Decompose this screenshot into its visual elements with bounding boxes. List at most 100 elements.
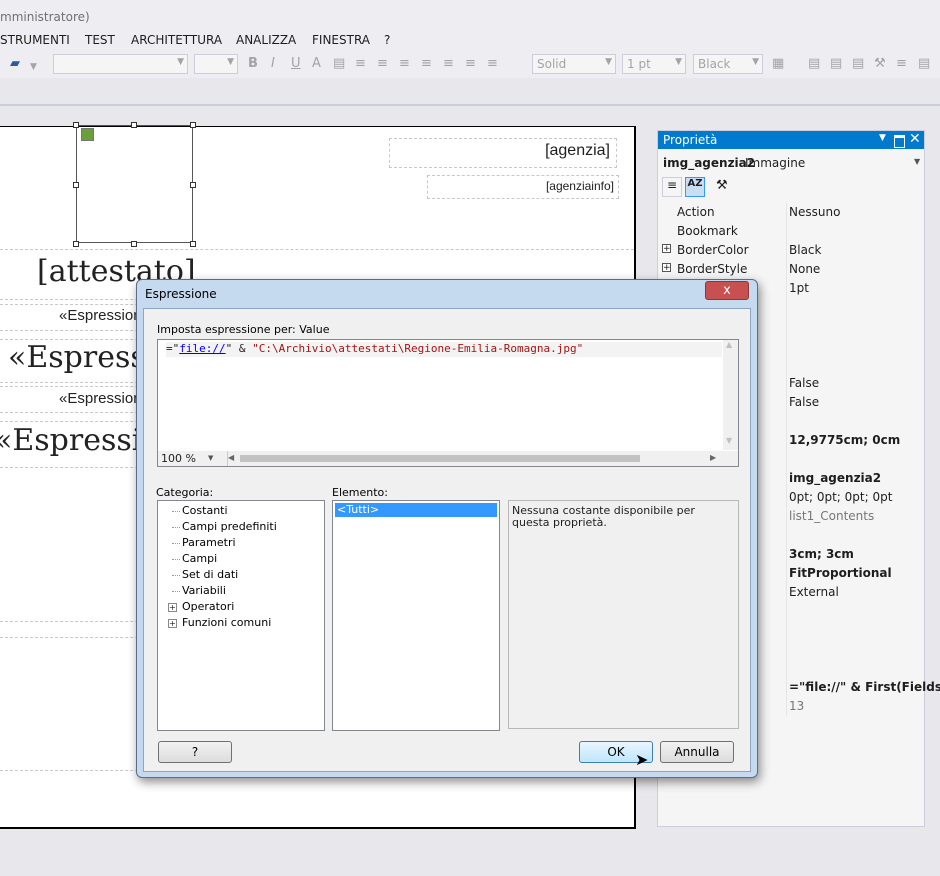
align-icon[interactable]: ▤ [808,56,820,71]
property-value[interactable]: Black [789,243,821,257]
scroll-down-icon[interactable]: ▼ [726,436,732,445]
resize-handle[interactable] [73,241,79,247]
help-button[interactable]: ? [158,741,232,763]
line-color-combo[interactable]: Black ▼ [693,54,763,74]
expand-icon[interactable]: + [168,619,177,628]
property-row[interactable]: + BorderColor Black [658,241,924,260]
menu-architettura[interactable]: ARCHITETTURA [131,33,222,47]
tree-item[interactable]: Costanti [182,504,228,517]
cancel-button[interactable]: Annulla [660,741,734,763]
property-value[interactable]: 0pt; 0pt; 0pt; 0pt [789,490,892,504]
align-right-icon[interactable]: ≡ [399,56,410,71]
menu-help[interactable]: ? [384,33,390,47]
data-source-icon[interactable]: ▰ [10,56,20,71]
layout-icon[interactable]: ▤ [852,56,864,71]
scroll-left-icon[interactable]: ◀ [228,453,234,462]
property-value[interactable]: External [789,585,839,599]
font-color-icon[interactable]: A [312,56,321,71]
property-row[interactable]: Bookmark [658,222,924,241]
font-size-combo[interactable]: ▼ [194,54,238,74]
dialog-close-button[interactable]: x [705,281,749,300]
property-value[interactable]: FitProportional [789,566,892,580]
resize-handle[interactable] [190,122,196,128]
scroll-up-icon[interactable]: ▲ [726,340,732,349]
dropdown-icon[interactable]: ▼ [879,133,886,143]
expand-icon[interactable]: + [662,263,671,273]
size-icon[interactable]: ▤ [918,56,930,71]
resize-handle[interactable] [131,122,137,128]
agenzia-textbox[interactable]: [agenzia] [389,138,617,168]
property-row[interactable]: + BorderStyle None [658,260,924,279]
tree-item[interactable]: Campi [182,552,217,565]
menu-strumenti[interactable]: STRUMENTI [0,33,70,47]
property-value[interactable]: img_agenzia2 [789,471,881,485]
underline-icon[interactable]: U [291,56,301,71]
align-center-icon[interactable]: ≡ [377,56,388,71]
resize-handle[interactable] [190,241,196,247]
align-left-icon[interactable]: ≡ [355,56,366,71]
resize-handle[interactable] [73,122,79,128]
menu-analizza[interactable]: ANALIZZA [236,33,296,47]
property-value[interactable]: None [789,262,820,276]
background-color-icon[interactable]: ▤ [333,56,345,71]
image-placeholder[interactable] [76,125,193,243]
bold-icon[interactable]: B [248,56,258,71]
category-tree[interactable]: Costanti Campi predefiniti Parametri Campi S… [157,500,325,731]
property-value[interactable]: False [789,376,819,390]
property-value[interactable]: ="file://" & First(Fields!p [789,680,940,694]
chevron-down-icon[interactable]: ▼ [914,157,920,166]
vertical-scrollbar[interactable]: ▲ ▼ [723,340,738,450]
expand-icon[interactable]: + [662,244,671,254]
numbered-list-icon[interactable]: ≡ [421,56,432,71]
property-value[interactable]: 12,9775cm; 0cm [789,433,900,447]
expression-line[interactable]: ="file://" & "C:\Archivio\attestati\Regi… [166,342,722,357]
scrollbar-thumb[interactable] [240,455,640,462]
borders-icon[interactable]: ▦ [772,56,784,71]
property-value[interactable]: 13 [789,699,804,713]
line-style-combo[interactable]: Solid ▼ [532,54,616,74]
decrease-indent-icon[interactable]: ≡ [465,56,476,71]
line-width-combo[interactable]: 1 pt ▼ [622,54,686,74]
resize-handle[interactable] [131,241,137,247]
element-list[interactable]: <Tutti> [332,500,500,731]
zoom-combo[interactable]: 100 % ▼ [158,451,228,466]
expr-link[interactable]: file:// [179,342,225,355]
scroll-right-icon[interactable]: ▶ [710,453,716,462]
menu-test[interactable]: TEST [85,33,115,47]
menu-finestra[interactable]: FINESTRA [312,33,370,47]
format-icon[interactable]: ▤ [830,56,842,71]
list-item-selected[interactable]: <Tutti> [335,503,497,517]
tree-item[interactable]: Operatori [182,600,234,613]
property-value[interactable]: 1pt [789,281,809,295]
expand-icon[interactable]: + [168,603,177,612]
property-value[interactable]: list1_Contents [789,509,874,523]
alphabetical-icon[interactable]: AZ [685,177,705,197]
resize-handle[interactable] [190,182,196,188]
bullet-list-icon[interactable]: ≡ [443,56,454,71]
increase-indent-icon[interactable]: ≡ [487,56,498,71]
tree-item[interactable]: Funzioni comuni [182,616,271,629]
object-selector[interactable]: img_agenzia2 Immagine ▼ [658,151,924,173]
expression-editor[interactable]: ="file://" & "C:\Archivio\attestati\Regi… [157,339,739,467]
espressione-field-4[interactable]: «Espressi [0,423,141,458]
categorized-icon[interactable]: ≡ [662,177,682,197]
italic-icon[interactable]: I [271,56,275,71]
close-icon[interactable]: ✕ [909,131,921,147]
property-pages-icon[interactable]: ⚒ [716,178,728,193]
font-combo[interactable]: ▼ [53,54,188,74]
horizontal-scrollbar[interactable]: ◀ ▶ [228,451,738,466]
tree-item[interactable]: Variabili [182,584,226,597]
overflow-icon[interactable]: ▼ [30,62,37,72]
property-value[interactable]: Nessuno [789,205,840,219]
resize-handle[interactable] [73,182,79,188]
maximize-icon[interactable] [894,135,905,148]
spacing-icon[interactable]: ≡ [896,56,907,71]
property-value[interactable]: False [789,395,819,409]
espressione-field-2[interactable]: «Espressi [8,340,155,375]
tree-item[interactable]: Set di dati [182,568,238,581]
tree-item[interactable]: Parametri [182,536,236,549]
agenziainfo-textbox[interactable]: [agenziainfo] [427,175,619,199]
property-row[interactable]: Action Nessuno [658,203,924,222]
property-value[interactable]: 3cm; 3cm [789,547,854,561]
tree-item[interactable]: Campi predefiniti [182,520,277,533]
